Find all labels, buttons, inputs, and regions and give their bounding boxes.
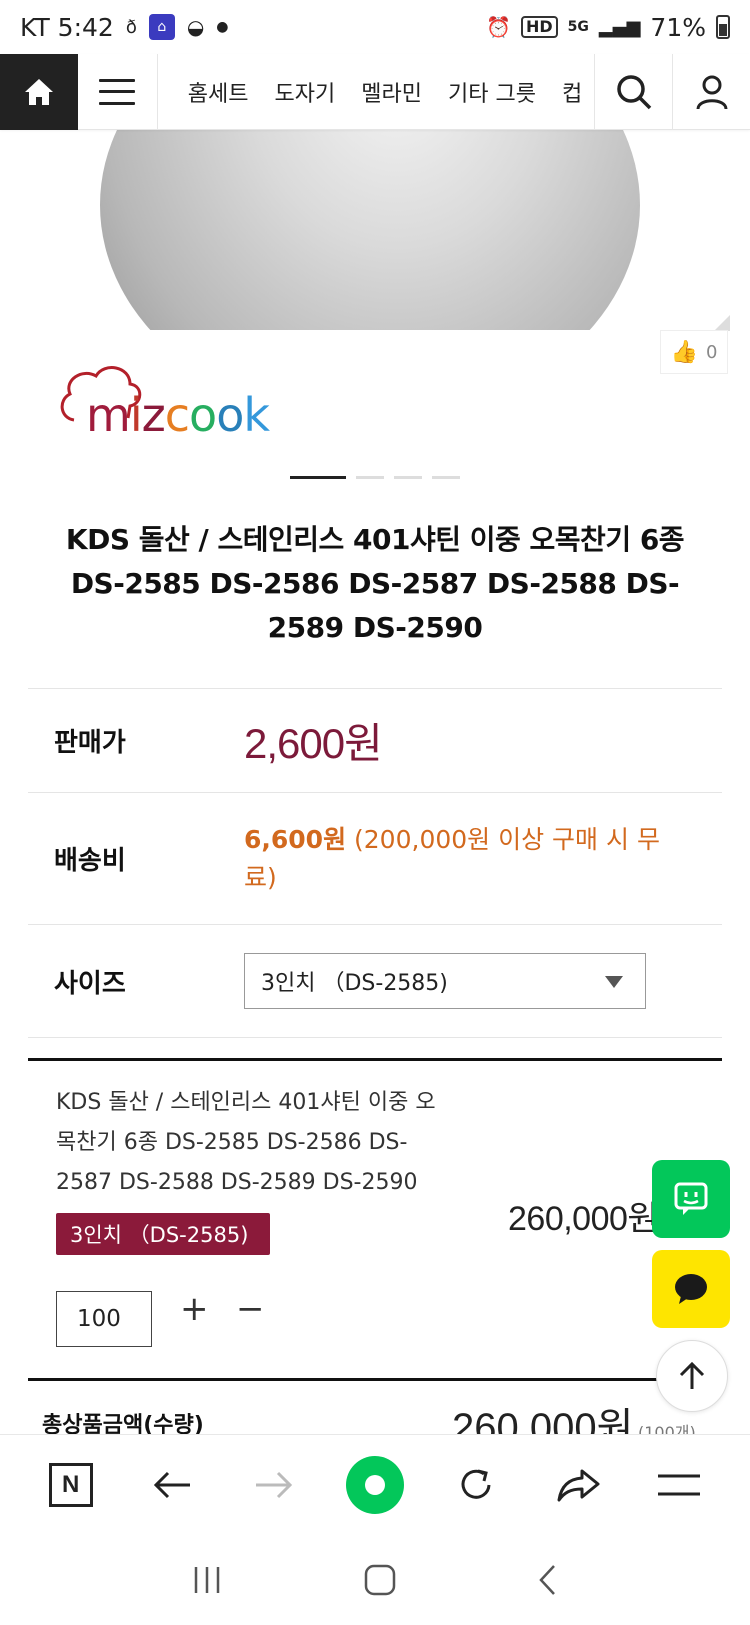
price-label: 판매가	[54, 728, 126, 758]
kakao-chat-button[interactable]	[652, 1250, 730, 1328]
price-value: 2,600원	[244, 720, 383, 767]
search-button[interactable]	[594, 53, 672, 130]
dropdown-arrow-icon	[605, 976, 623, 988]
size-select[interactable]: 3인치 （DS-2585)	[244, 953, 646, 1009]
image-pagination	[290, 476, 460, 479]
notification-icon: ð	[125, 16, 137, 38]
back-nav-icon[interactable]	[536, 1563, 560, 1597]
brand-logo: mizcook	[56, 360, 296, 442]
search-icon	[616, 74, 651, 109]
selected-option: KDS 돌산 / 스테인리스 401샤틴 이중 오목찬기 6종 DS-2585 …	[28, 1058, 722, 1378]
back-button[interactable]	[137, 1450, 207, 1520]
arrow-right-icon	[255, 1471, 292, 1498]
shipping-fee: 6,600원	[244, 824, 347, 854]
more-notifications-icon: ●	[216, 19, 229, 35]
top-nav: 홈세트 도자기 멜라민 기타 그릇 컵	[0, 53, 750, 130]
category-melamine[interactable]: 멜라민	[361, 76, 422, 108]
quantity-input[interactable]: 100	[56, 1291, 152, 1347]
category-ceramics[interactable]: 도자기	[275, 76, 336, 108]
signal-icon: ▂▄▆	[598, 16, 641, 38]
green-dot-icon	[345, 1455, 404, 1514]
size-label: 사이즈	[54, 968, 126, 999]
user-icon	[696, 75, 728, 109]
naver-home-button[interactable]: N	[36, 1450, 106, 1520]
bowl-icon: ◒	[186, 15, 205, 39]
product-image[interactable]	[0, 130, 750, 330]
shipping-info: 6,600원 (200,000원 이상 구매 시 무료)	[244, 821, 684, 897]
green-dot-button[interactable]	[340, 1450, 410, 1520]
like-button[interactable]: 👍 0	[660, 330, 728, 374]
home-icon	[24, 78, 53, 105]
menu-icon	[99, 78, 136, 105]
recent-apps-icon[interactable]	[190, 1565, 224, 1595]
battery-icon	[716, 15, 730, 39]
category-nav: 홈세트 도자기 멜라민 기타 그릇 컵	[158, 76, 594, 108]
quantity-minus-button[interactable]: −	[236, 1289, 265, 1329]
speech-bubble-icon	[675, 1274, 707, 1304]
battery-level: 71%	[650, 12, 706, 42]
product-title: KDS 돌산 / 스테인리스 401샤틴 이중 오목찬기 6종 DS-2585 …	[65, 523, 685, 644]
arrow-up-icon	[679, 1361, 705, 1389]
quantity-plus-button[interactable]: +	[180, 1289, 209, 1329]
total-row: 총상품금액(수량) 260,000원 (100개)	[28, 1378, 722, 1438]
shipping-label: 배송비	[54, 846, 126, 876]
share-icon	[557, 1469, 600, 1501]
refresh-button[interactable]	[441, 1450, 511, 1520]
category-other-dishes[interactable]: 기타 그릇	[448, 76, 536, 108]
alarm-icon: ⏰	[486, 15, 511, 39]
pagination-dot[interactable]	[432, 476, 460, 479]
shipping-row: 배송비 6,600원 (200,000원 이상 구매 시 무료)	[28, 792, 722, 924]
browser-toolbar: N	[0, 1434, 750, 1534]
price-row: 판매가 2,600원	[28, 688, 722, 792]
selected-option-name: KDS 돌산 / 스테인리스 401샤틴 이중 오목찬기 6종 DS-2585 …	[56, 1090, 436, 1195]
app-notification-icon: ⌂	[148, 14, 175, 40]
like-count: 0	[705, 341, 718, 363]
status-bar: KT 5:42 ð ⌂ ◒ ● ⏰ HD 5G ▂▄▆ 71%	[0, 0, 750, 54]
size-row: 사이즈 3인치 （DS-2585)	[28, 924, 722, 1038]
total-price: 260,000원	[452, 1406, 634, 1438]
chat-icon	[674, 1182, 708, 1215]
pagination-dot[interactable]	[356, 476, 384, 479]
pot-bottom	[100, 130, 640, 330]
share-button[interactable]	[543, 1450, 613, 1520]
naver-n-icon: N	[48, 1462, 93, 1507]
talk-talk-button[interactable]	[652, 1160, 730, 1238]
scroll-top-button[interactable]	[656, 1340, 728, 1412]
image-corner-fold	[714, 315, 730, 331]
home-button[interactable]	[0, 53, 78, 130]
home-nav-icon[interactable]	[363, 1563, 397, 1597]
arrow-left-icon	[154, 1471, 191, 1498]
logo-text: mizcook	[86, 388, 270, 442]
browser-menu-button[interactable]	[644, 1450, 714, 1520]
pagination-dot-active[interactable]	[290, 476, 346, 479]
5g-icon: 5G	[567, 19, 589, 35]
thumbs-up-icon: 👍	[670, 339, 698, 365]
hd-icon: HD	[520, 16, 558, 38]
menu-button[interactable]	[78, 53, 158, 130]
account-button[interactable]	[672, 53, 750, 130]
selected-option-tag: 3인치 （DS-2585)	[56, 1213, 270, 1255]
forward-button[interactable]	[239, 1450, 309, 1520]
refresh-icon	[461, 1469, 491, 1499]
selected-option-price: 260,000원	[508, 1200, 659, 1238]
size-select-value: 3인치 （DS-2585)	[261, 971, 448, 996]
category-home-set[interactable]: 홈세트	[188, 76, 249, 108]
carrier-time: KT 5:42	[20, 12, 114, 42]
system-nav-bar	[0, 1534, 750, 1625]
category-cup[interactable]: 컵	[562, 76, 582, 108]
pagination-dot[interactable]	[394, 476, 422, 479]
menu-icon	[658, 1474, 701, 1495]
